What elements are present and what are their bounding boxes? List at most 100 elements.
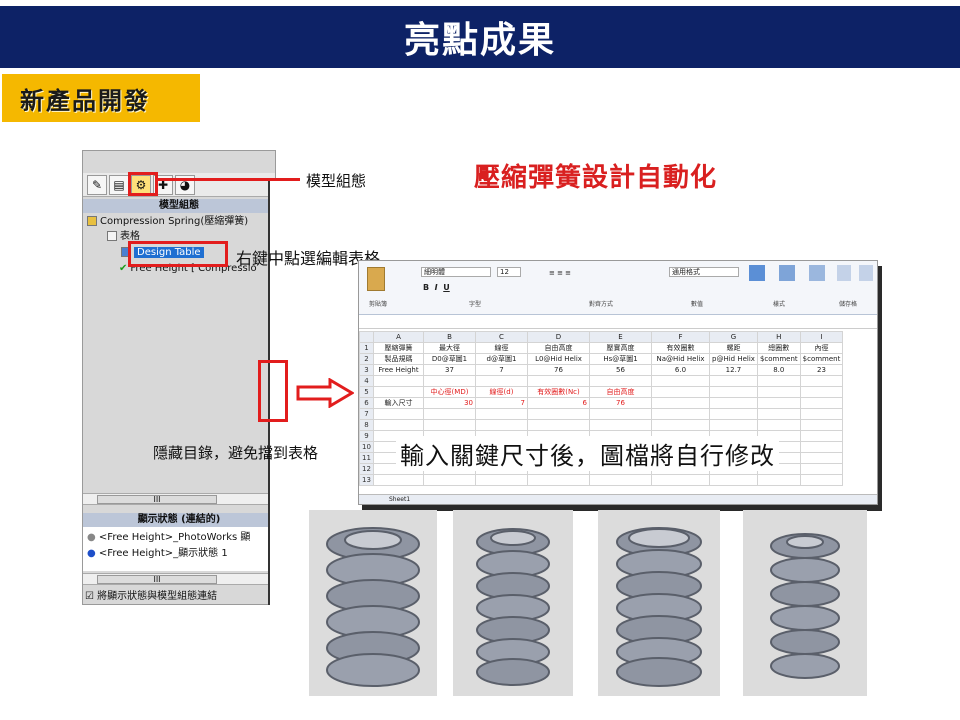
font-name-select[interactable]: 細明體 bbox=[421, 267, 491, 277]
row-header[interactable]: 1 bbox=[359, 342, 374, 354]
cell[interactable]: 12.7 bbox=[709, 364, 758, 376]
row-header[interactable]: 2 bbox=[359, 353, 374, 365]
cell[interactable] bbox=[799, 386, 844, 398]
display-scrollbar[interactable]: III bbox=[83, 573, 275, 585]
cell[interactable] bbox=[423, 474, 476, 486]
cell[interactable]: L0@Hid Helix bbox=[527, 353, 590, 365]
column-header[interactable]: D bbox=[527, 331, 590, 343]
cell[interactable] bbox=[651, 408, 710, 420]
cell[interactable] bbox=[475, 474, 528, 486]
column-header[interactable]: C bbox=[475, 331, 528, 343]
row-header[interactable]: 11 bbox=[359, 452, 374, 464]
cell[interactable]: 30 bbox=[423, 397, 476, 409]
cell[interactable] bbox=[709, 419, 758, 431]
paste-icon[interactable] bbox=[367, 267, 385, 291]
cell[interactable] bbox=[799, 375, 844, 387]
cell[interactable]: 7 bbox=[475, 364, 528, 376]
cell[interactable] bbox=[475, 419, 528, 431]
cell[interactable]: 線徑(d) bbox=[475, 386, 528, 398]
cell[interactable]: $comment bbox=[756, 353, 801, 365]
cell[interactable] bbox=[709, 397, 758, 409]
cell[interactable] bbox=[527, 474, 590, 486]
row-header[interactable]: 13 bbox=[359, 474, 374, 486]
cell[interactable] bbox=[527, 375, 590, 387]
cell[interactable] bbox=[756, 375, 801, 387]
formula-bar[interactable] bbox=[359, 317, 877, 329]
cell[interactable] bbox=[651, 386, 710, 398]
cell[interactable] bbox=[527, 419, 590, 431]
cell[interactable] bbox=[709, 474, 758, 486]
cell[interactable] bbox=[475, 408, 528, 420]
cell[interactable] bbox=[423, 375, 476, 387]
cell[interactable] bbox=[589, 474, 652, 486]
bold-italic-underline-buttons[interactable]: B I U bbox=[423, 283, 450, 292]
cell[interactable] bbox=[651, 419, 710, 431]
cell[interactable] bbox=[589, 408, 652, 420]
cell[interactable]: 最大徑 bbox=[423, 342, 476, 354]
cell[interactable] bbox=[373, 408, 424, 420]
cell[interactable]: 製品規碼 bbox=[373, 353, 424, 365]
cell[interactable] bbox=[373, 419, 424, 431]
cell[interactable]: 線徑 bbox=[475, 342, 528, 354]
cell[interactable] bbox=[423, 419, 476, 431]
cell[interactable]: Free Height bbox=[373, 364, 424, 376]
cell[interactable]: 76 bbox=[589, 397, 652, 409]
cell[interactable]: D0@草圖1 bbox=[423, 353, 476, 365]
row-header[interactable]: 3 bbox=[359, 364, 374, 376]
cell[interactable] bbox=[756, 408, 801, 420]
row-header[interactable]: 5 bbox=[359, 386, 374, 398]
cell[interactable] bbox=[423, 408, 476, 420]
corner-cell[interactable] bbox=[359, 331, 374, 343]
column-header[interactable]: G bbox=[709, 331, 758, 343]
property-manager-icon[interactable]: ▤ bbox=[109, 174, 129, 195]
row-header[interactable]: 8 bbox=[359, 419, 374, 431]
row-header[interactable]: 9 bbox=[359, 430, 374, 442]
row-header[interactable]: 6 bbox=[359, 397, 374, 409]
cell[interactable] bbox=[799, 452, 844, 464]
cell[interactable]: d@草圖1 bbox=[475, 353, 528, 365]
column-header[interactable]: H bbox=[756, 331, 801, 343]
column-header[interactable]: A bbox=[373, 331, 424, 343]
cell[interactable] bbox=[651, 474, 710, 486]
number-format-select[interactable]: 通用格式 bbox=[669, 267, 739, 277]
row-header[interactable]: 10 bbox=[359, 441, 374, 453]
font-size-select[interactable]: 12 bbox=[497, 267, 521, 277]
cell[interactable] bbox=[709, 386, 758, 398]
cell[interactable]: 內徑 bbox=[799, 342, 844, 354]
sheet-tab[interactable]: Sheet1 bbox=[389, 496, 410, 503]
cell[interactable] bbox=[709, 375, 758, 387]
cell[interactable]: 螺距 bbox=[709, 342, 758, 354]
cell[interactable] bbox=[756, 474, 801, 486]
cell[interactable] bbox=[799, 463, 844, 475]
cell[interactable]: 壓縮彈簧 bbox=[373, 342, 424, 354]
cell[interactable]: 壓實高度 bbox=[589, 342, 652, 354]
cell[interactable]: 23 bbox=[799, 364, 844, 376]
cell[interactable] bbox=[799, 397, 844, 409]
cell[interactable] bbox=[651, 397, 710, 409]
cell[interactable] bbox=[709, 408, 758, 420]
column-header[interactable]: I bbox=[799, 331, 844, 343]
cell[interactable] bbox=[373, 474, 424, 486]
cell[interactable]: Hs@草圖1 bbox=[589, 353, 652, 365]
alignment-buttons[interactable]: ≡ ≡ ≡ bbox=[549, 269, 609, 289]
cell[interactable]: 56 bbox=[589, 364, 652, 376]
insert-cells-icon[interactable] bbox=[837, 265, 851, 281]
column-header[interactable]: E bbox=[589, 331, 652, 343]
cell[interactable]: 總圈數 bbox=[756, 342, 801, 354]
cell-styles-icon[interactable] bbox=[809, 265, 825, 281]
cell[interactable] bbox=[799, 441, 844, 453]
link-display-checkbox[interactable]: ☑ 將顯示狀態與模型組態連結 bbox=[85, 587, 217, 602]
cell[interactable]: 有效圈數(Nc) bbox=[527, 386, 590, 398]
cell[interactable]: 37 bbox=[423, 364, 476, 376]
format-as-table-icon[interactable] bbox=[779, 265, 795, 281]
cell[interactable]: 7 bbox=[475, 397, 528, 409]
column-header[interactable]: F bbox=[651, 331, 710, 343]
display-item-state1[interactable]: ● <Free Height>_顯示狀態 1 bbox=[87, 547, 228, 561]
cell[interactable]: 輸入尺寸 bbox=[373, 397, 424, 409]
cell[interactable] bbox=[799, 419, 844, 431]
cell[interactable]: $comment bbox=[799, 353, 844, 365]
cell[interactable] bbox=[475, 375, 528, 387]
cell[interactable] bbox=[589, 419, 652, 431]
feature-manager-icon[interactable]: ✎ bbox=[87, 174, 107, 195]
cell[interactable]: 自由高度 bbox=[589, 386, 652, 398]
